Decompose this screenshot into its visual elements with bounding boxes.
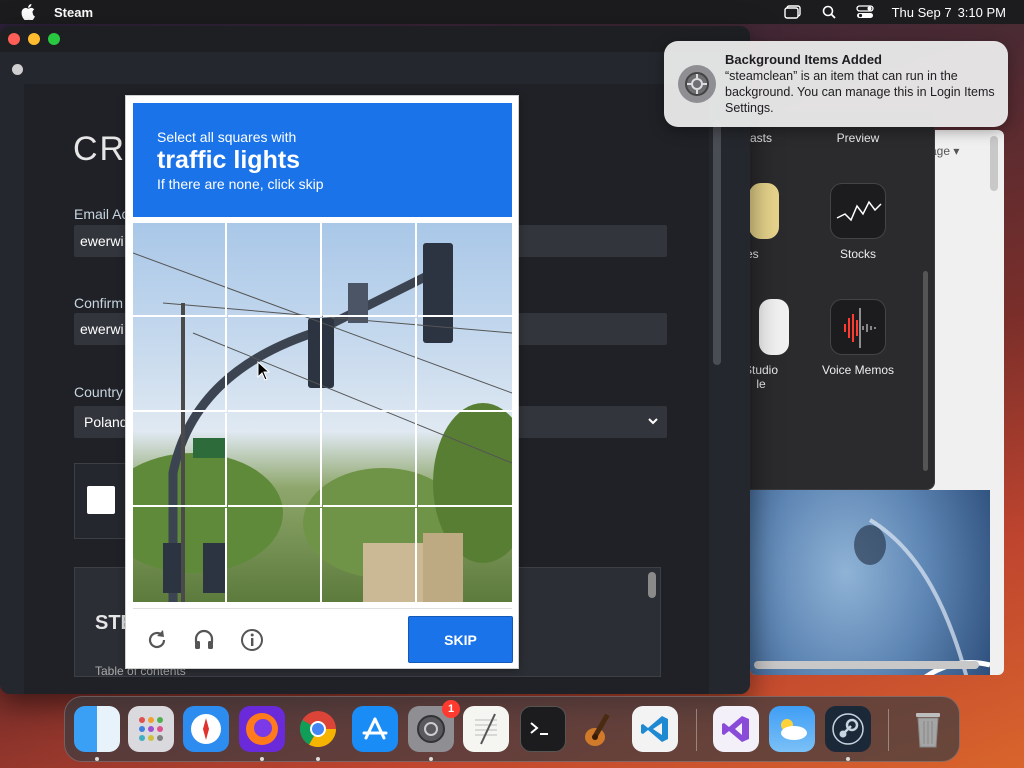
steam-icon[interactable]	[825, 706, 871, 752]
photo-vertical-scrollbar[interactable]	[990, 136, 998, 191]
applications-scrollbar[interactable]	[923, 271, 928, 471]
challenge-header: Select all squares with traffic lights I…	[133, 103, 512, 217]
app-item-preview[interactable]: Preview	[813, 131, 903, 145]
recaptcha-checkbox-widget	[74, 463, 129, 539]
reload-icon[interactable]	[144, 627, 170, 653]
grid-tile-r2c3[interactable]	[323, 318, 417, 412]
stage-manager-icon[interactable]	[783, 5, 802, 19]
apple-menu-icon[interactable]	[20, 4, 36, 20]
country-label: Country	[74, 384, 124, 400]
notification-title: Background Items Added	[725, 52, 882, 67]
control-center-icon[interactable]	[855, 5, 874, 19]
challenge-target: traffic lights	[157, 146, 301, 174]
info-icon[interactable]	[239, 627, 265, 653]
app-label: asts	[749, 131, 772, 145]
grid-tile-r1c3[interactable]	[323, 223, 417, 317]
grid-tile-r1c2[interactable]	[228, 223, 322, 317]
app-item-voice-memos[interactable]: Voice Memos	[813, 299, 903, 377]
vscode-icon[interactable]	[632, 706, 678, 752]
grid-tile-r4c4[interactable]	[418, 508, 512, 602]
mouse-cursor-icon	[257, 361, 271, 381]
android-studio-icon	[759, 299, 789, 355]
country-selected-value: Poland	[84, 414, 128, 430]
challenge-footer: SKIP	[133, 608, 513, 664]
finder-running-dot	[95, 757, 99, 761]
agreement-scrollbar[interactable]	[648, 572, 656, 598]
grid-tile-r2c1[interactable]	[133, 318, 227, 412]
challenge-hint: If there are none, click skip	[157, 176, 324, 192]
settings-running-dot	[429, 757, 433, 761]
email-label: Email Ac	[74, 206, 129, 222]
menu-date: Thu Sep 7	[891, 4, 952, 20]
system-settings-icon[interactable]: 1	[408, 700, 460, 752]
settings-gear-icon	[678, 65, 716, 103]
steam-titlebar	[0, 26, 750, 52]
grid-tile-r1c1[interactable]	[133, 223, 227, 317]
menu-time: 3:10 PM	[957, 4, 1006, 20]
grid-tile-r3c2[interactable]	[228, 413, 322, 507]
app-label: Stocks	[839, 247, 876, 261]
close-window-button[interactable]	[8, 33, 20, 45]
menu-bar: Steam Thu Sep 7 3:10 PM	[0, 0, 1024, 24]
app-item-stocks[interactable]: Stocks	[813, 183, 903, 261]
finder-icon[interactable]	[74, 706, 120, 752]
recaptcha-checkbox[interactable]	[87, 486, 115, 514]
notification-badge: 1	[442, 700, 460, 718]
chevron-down-icon	[647, 414, 659, 430]
chrome-icon[interactable]	[295, 706, 341, 752]
recaptcha-challenge: Select all squares with traffic lights I…	[125, 95, 519, 669]
grid-tile-r2c4[interactable]	[418, 318, 512, 412]
textedit-icon[interactable]	[463, 706, 509, 752]
grid-tile-r4c2[interactable]	[228, 508, 322, 602]
stocks-icon	[830, 183, 886, 239]
steam-running-dot	[846, 757, 850, 761]
grid-tile-r4c1[interactable]	[133, 508, 227, 602]
wallpaper-photo	[750, 490, 991, 675]
safari-icon[interactable]	[183, 706, 229, 752]
grid-tile-r3c1[interactable]	[133, 413, 227, 507]
notification-body: “steamclean” is an item that can run in …	[725, 69, 995, 115]
dock: 1	[64, 696, 960, 762]
notes-icon	[749, 183, 779, 239]
challenge-image-grid	[133, 223, 512, 602]
steam-status-dot	[12, 64, 23, 75]
challenge-instruction: Select all squares with	[157, 129, 297, 145]
skip-button[interactable]: SKIP	[408, 616, 513, 663]
applications-window: asts Preview ies Stocks Studio le Voice …	[735, 110, 935, 490]
trash-icon[interactable]	[905, 706, 951, 752]
grid-tile-r4c3[interactable]	[323, 508, 417, 602]
weather-icon[interactable]	[769, 706, 815, 752]
dock-separator	[696, 709, 697, 751]
firefox-running-dot	[260, 757, 264, 761]
spotlight-search-icon[interactable]	[820, 5, 838, 19]
audio-challenge-icon[interactable]	[191, 627, 217, 653]
app-label: Preview	[836, 131, 880, 145]
garageband-icon[interactable]	[576, 706, 622, 752]
launchpad-icon[interactable]	[128, 706, 174, 752]
app-label: le	[756, 377, 766, 391]
app-name[interactable]: Steam	[54, 5, 93, 20]
grid-tile-r3c4[interactable]	[418, 413, 512, 507]
firefox-icon[interactable]	[239, 706, 285, 752]
visual-studio-icon[interactable]	[713, 706, 759, 752]
app-label: Voice Memos	[821, 363, 895, 377]
terminal-icon[interactable]	[520, 706, 566, 752]
menu-clock[interactable]: Thu Sep 7 3:10 PM	[892, 5, 1006, 20]
app-store-icon[interactable]	[352, 706, 398, 752]
zoom-window-button[interactable]	[48, 33, 60, 45]
confirm-email-label: Confirm	[74, 295, 124, 311]
dock-separator	[888, 709, 889, 751]
photo-horizontal-scrollbar[interactable]	[754, 661, 979, 669]
chrome-running-dot	[316, 757, 320, 761]
grid-tile-r2c2[interactable]	[228, 318, 322, 412]
notification-banner[interactable]: Background Items Added “steamclean” is a…	[664, 41, 1008, 127]
grid-tile-r1c4[interactable]	[418, 223, 512, 317]
grid-tile-r3c3[interactable]	[323, 413, 417, 507]
steam-main-scrollbar[interactable]	[713, 120, 721, 365]
voice-memos-icon	[830, 299, 886, 355]
minimize-window-button[interactable]	[28, 33, 40, 45]
